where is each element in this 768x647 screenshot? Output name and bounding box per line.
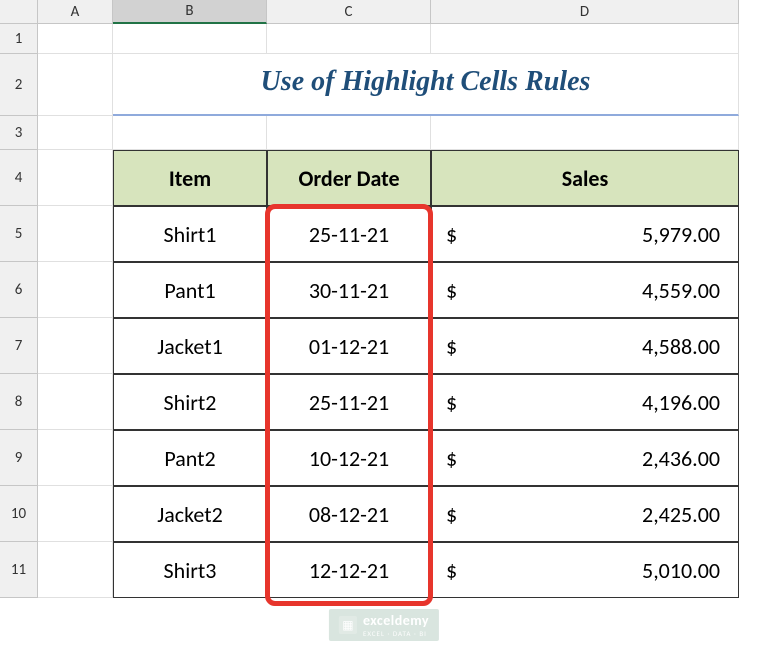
watermark-brand: exceldemy (363, 612, 429, 629)
row-header-11[interactable]: 11 (0, 542, 38, 598)
sales-amount: 4,559.00 (642, 277, 720, 304)
cell-date[interactable]: 08-12-21 (267, 486, 431, 542)
cell-sales[interactable]: $ 4,196.00 (431, 374, 739, 430)
spreadsheet-grid: A B C D 1 2 Use of Highlight Cells Rules… (0, 0, 768, 598)
cell-C3[interactable] (267, 116, 431, 150)
row-header-1[interactable]: 1 (0, 24, 38, 54)
currency-symbol: $ (446, 389, 457, 416)
cell-date[interactable]: 10-12-21 (267, 430, 431, 486)
row-header-6[interactable]: 6 (0, 262, 38, 318)
watermark: ▦ exceldemy EXCEL · DATA · BI (329, 609, 439, 641)
cell-item[interactable]: Pant1 (113, 262, 267, 318)
currency-symbol: $ (446, 501, 457, 528)
cell-A4[interactable] (38, 150, 113, 206)
watermark-tagline: EXCEL · DATA · BI (363, 629, 429, 638)
cell-C1[interactable] (267, 24, 431, 54)
cell-A6[interactable] (38, 262, 113, 318)
row-header-10[interactable]: 10 (0, 486, 38, 542)
table-header-order-date[interactable]: Order Date (267, 150, 431, 206)
cell-A8[interactable] (38, 374, 113, 430)
currency-symbol: $ (446, 445, 457, 472)
row-header-9[interactable]: 9 (0, 430, 38, 486)
cell-A1[interactable] (38, 24, 113, 54)
row-header-5[interactable]: 5 (0, 206, 38, 262)
col-header-A[interactable]: A (38, 0, 113, 24)
cell-sales[interactable]: $ 5,010.00 (431, 542, 739, 598)
col-header-D[interactable]: D (431, 0, 739, 24)
cell-sales[interactable]: $ 4,559.00 (431, 262, 739, 318)
cell-A2[interactable] (38, 54, 113, 116)
sales-amount: 5,010.00 (642, 557, 720, 584)
cell-item[interactable]: Shirt3 (113, 542, 267, 598)
col-header-C[interactable]: C (267, 0, 431, 24)
cell-D3[interactable] (431, 116, 739, 150)
watermark-logo-icon: ▦ (339, 616, 357, 634)
row-header-2[interactable]: 2 (0, 54, 38, 116)
cell-B1[interactable] (113, 24, 267, 54)
cell-date[interactable]: 25-11-21 (267, 374, 431, 430)
col-header-B[interactable]: B (113, 0, 267, 24)
cell-date[interactable]: 12-12-21 (267, 542, 431, 598)
cell-A3[interactable] (38, 116, 113, 150)
table-header-item[interactable]: Item (113, 150, 267, 206)
cell-sales[interactable]: $ 2,425.00 (431, 486, 739, 542)
row-header-4[interactable]: 4 (0, 150, 38, 206)
sales-amount: 4,196.00 (642, 389, 720, 416)
currency-symbol: $ (446, 333, 457, 360)
cell-date[interactable]: 25-11-21 (267, 206, 431, 262)
sales-amount: 5,979.00 (642, 221, 720, 248)
select-all-corner[interactable] (0, 0, 38, 24)
currency-symbol: $ (446, 557, 457, 584)
page-title[interactable]: Use of Highlight Cells Rules (113, 54, 739, 116)
cell-date[interactable]: 01-12-21 (267, 318, 431, 374)
cell-item[interactable]: Jacket1 (113, 318, 267, 374)
cell-item[interactable]: Shirt2 (113, 374, 267, 430)
row-header-7[interactable]: 7 (0, 318, 38, 374)
cell-item[interactable]: Jacket2 (113, 486, 267, 542)
cell-sales[interactable]: $ 5,979.00 (431, 206, 739, 262)
cell-sales[interactable]: $ 2,436.00 (431, 430, 739, 486)
cell-A11[interactable] (38, 542, 113, 598)
sales-amount: 2,436.00 (642, 445, 720, 472)
row-header-3[interactable]: 3 (0, 116, 38, 150)
sales-amount: 2,425.00 (642, 501, 720, 528)
sales-amount: 4,588.00 (642, 333, 720, 360)
cell-D1[interactable] (431, 24, 739, 54)
cell-A5[interactable] (38, 206, 113, 262)
table-header-sales[interactable]: Sales (431, 150, 739, 206)
row-header-8[interactable]: 8 (0, 374, 38, 430)
cell-item[interactable]: Shirt1 (113, 206, 267, 262)
currency-symbol: $ (446, 221, 457, 248)
cell-A7[interactable] (38, 318, 113, 374)
currency-symbol: $ (446, 277, 457, 304)
cell-B3[interactable] (113, 116, 267, 150)
cell-item[interactable]: Pant2 (113, 430, 267, 486)
cell-date[interactable]: 30-11-21 (267, 262, 431, 318)
cell-A9[interactable] (38, 430, 113, 486)
cell-sales[interactable]: $ 4,588.00 (431, 318, 739, 374)
cell-A10[interactable] (38, 486, 113, 542)
